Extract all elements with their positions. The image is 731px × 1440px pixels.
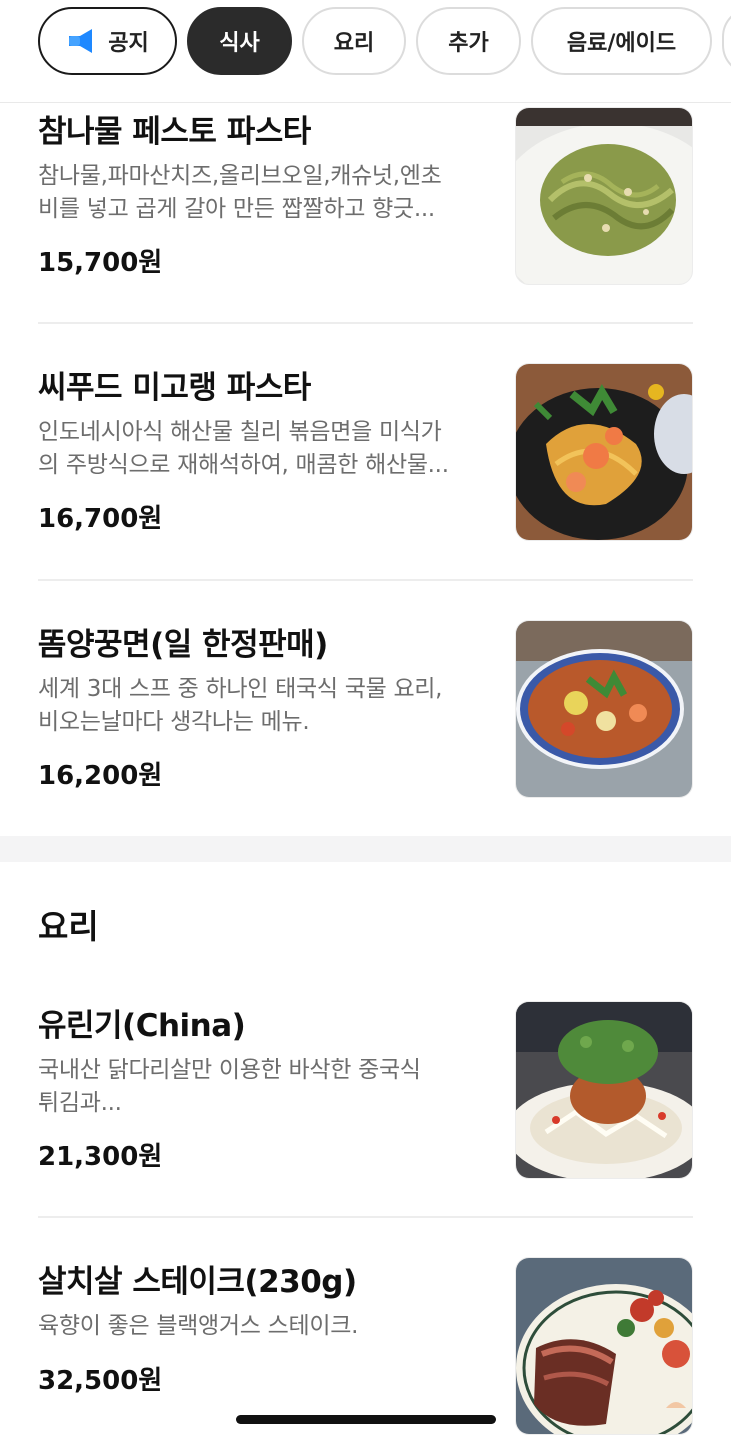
menu-item[interactable]: 참나물 페스토 파스타 참나물,파마산치즈,올리브오일,캐슈넛,엔초 비를 넣고… <box>38 104 693 294</box>
item-description: 세계 3대 스프 중 하나인 태국식 국물 요리, 비오는날마다 생각나는 메뉴… <box>38 673 483 739</box>
item-divider <box>38 322 693 324</box>
menu-item[interactable]: 살치살 스테이크(230g) 육향이 좋은 블랙앵거스 스테이크. 32,500… <box>38 1254 693 1440</box>
item-desc-line: 세계 3대 스프 중 하나인 태국식 국물 요리, <box>38 676 443 702</box>
item-desc-line: 의 주방식으로 재해석하여, 매콤한 해산물... <box>38 452 449 478</box>
item-desc-line: 국내산 닭다리살만 이용한 바삭한 중국식 <box>38 1057 421 1083</box>
item-desc-line: 비오는날마다 생각나는 메뉴. <box>38 709 310 735</box>
menu-item[interactable]: 똠양꿍면(일 한정판매) 세계 3대 스프 중 하나인 태국식 국물 요리, 비… <box>38 617 693 807</box>
tab-dish-label: 요리 <box>333 31 375 56</box>
steak-photo <box>515 1257 693 1435</box>
item-divider <box>38 1216 693 1218</box>
yuringi-photo <box>515 1001 693 1179</box>
item-price: 16,200원 <box>38 761 163 791</box>
item-desc-line: 튀김과... <box>38 1090 122 1116</box>
menu-item[interactable]: 씨푸드 미고랭 파스타 인도네시아식 해산물 칠리 볶음면을 미식가 의 주방식… <box>38 360 693 550</box>
section-title: 요리 <box>38 907 99 946</box>
item-description: 인도네시아식 해산물 칠리 볶음면을 미식가 의 주방식으로 재해석하여, 매콤… <box>38 416 483 482</box>
item-name: 참나물 페스토 파스타 <box>38 114 311 150</box>
item-description: 국내산 닭다리살만 이용한 바삭한 중국식 튀김과... <box>38 1054 483 1120</box>
tab-extra-label: 추가 <box>448 31 489 56</box>
item-divider <box>38 579 693 581</box>
tab-meal-label: 식사 <box>219 31 260 56</box>
item-name: 씨푸드 미고랭 파스타 <box>38 370 311 406</box>
pesto-pasta-photo <box>515 107 693 285</box>
tab-notice[interactable]: 공지 <box>38 7 177 75</box>
item-price: 32,500원 <box>38 1366 163 1396</box>
megaphone-icon <box>69 29 93 53</box>
item-desc-line: 비를 넣고 곱게 갈아 만든 짭짤하고 향긋... <box>38 196 435 222</box>
tab-partial[interactable] <box>722 7 731 75</box>
menu-item[interactable]: 유린기(China) 국내산 닭다리살만 이용한 바삭한 중국식 튀김과... … <box>38 998 693 1188</box>
item-price: 16,700원 <box>38 504 163 534</box>
item-price: 21,300원 <box>38 1142 163 1172</box>
item-name: 살치살 스테이크(230g) <box>38 1264 357 1300</box>
home-indicator <box>236 1415 496 1424</box>
item-name: 똠양꿍면(일 한정판매) <box>38 627 328 663</box>
item-name: 유린기(China) <box>38 1008 246 1044</box>
item-description: 육향이 좋은 블랙앵거스 스테이크. <box>38 1310 483 1343</box>
tab-extra[interactable]: 추가 <box>416 7 521 75</box>
tab-dish[interactable]: 요리 <box>302 7 406 75</box>
item-price: 15,700원 <box>38 248 163 278</box>
tab-drinks[interactable]: 음료/에이드 <box>531 7 712 75</box>
tab-drinks-label: 음료/에이드 <box>566 31 677 56</box>
seafood-mi-goreng-photo <box>515 363 693 541</box>
tom-yum-noodle-photo <box>515 620 693 798</box>
item-description: 참나물,파마산치즈,올리브오일,캐슈넛,엔초 비를 넣고 곱게 갈아 만든 짭짤… <box>38 160 483 226</box>
item-desc-line: 참나물,파마산치즈,올리브오일,캐슈넛,엔초 <box>38 163 442 189</box>
category-tab-bar: 공지 식사 요리 추가 음료/에이드 <box>0 0 731 103</box>
tab-meal[interactable]: 식사 <box>187 7 292 75</box>
item-desc-line: 육향이 좋은 블랙앵거스 스테이크. <box>38 1313 359 1339</box>
section-separator <box>0 836 731 862</box>
item-desc-line: 인도네시아식 해산물 칠리 볶음면을 미식가 <box>38 419 442 445</box>
tab-notice-label: 공지 <box>108 31 149 56</box>
